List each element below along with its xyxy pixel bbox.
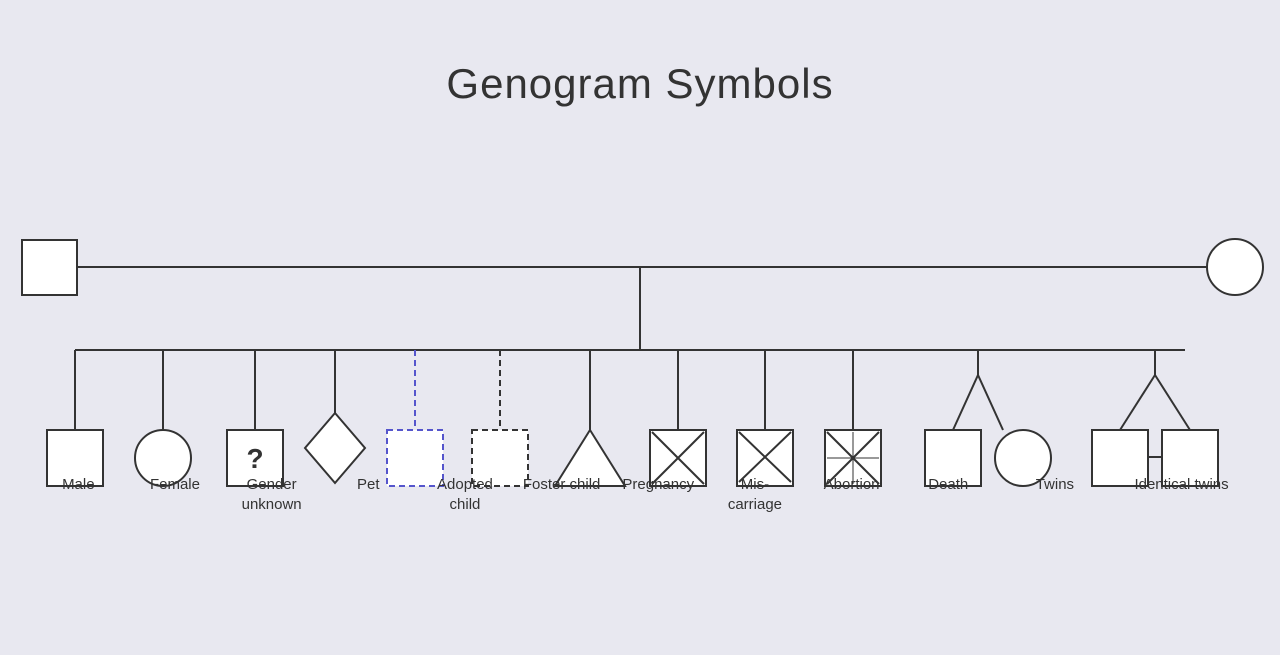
label-abortion: Abortion [812,475,892,495]
label-identical-twins: Identical twins [1122,475,1242,495]
top-female-symbol [1207,239,1263,295]
label-twins: Twins [1005,475,1105,495]
diagram-area: ? Male Female [0,220,1280,600]
label-pet: Pet [328,475,408,495]
pet-symbol [305,413,365,483]
page-title: Genogram Symbols [0,0,1280,108]
labels-row: Male Female Gender unknown Pet Adopted c… [0,475,1280,514]
label-female: Female [135,475,215,495]
label-death: Death [908,475,988,495]
label-male: Male [38,475,118,495]
gender-unknown-text: ? [246,443,263,474]
label-adopted-child: Adopted child [425,475,505,514]
label-gender-unknown: Gender unknown [232,475,312,514]
label-foster-child: Foster child [522,475,602,495]
top-male-symbol [22,240,77,295]
label-miscarriage: Mis-carriage [715,475,795,514]
label-pregnancy: Pregnancy [618,475,698,495]
